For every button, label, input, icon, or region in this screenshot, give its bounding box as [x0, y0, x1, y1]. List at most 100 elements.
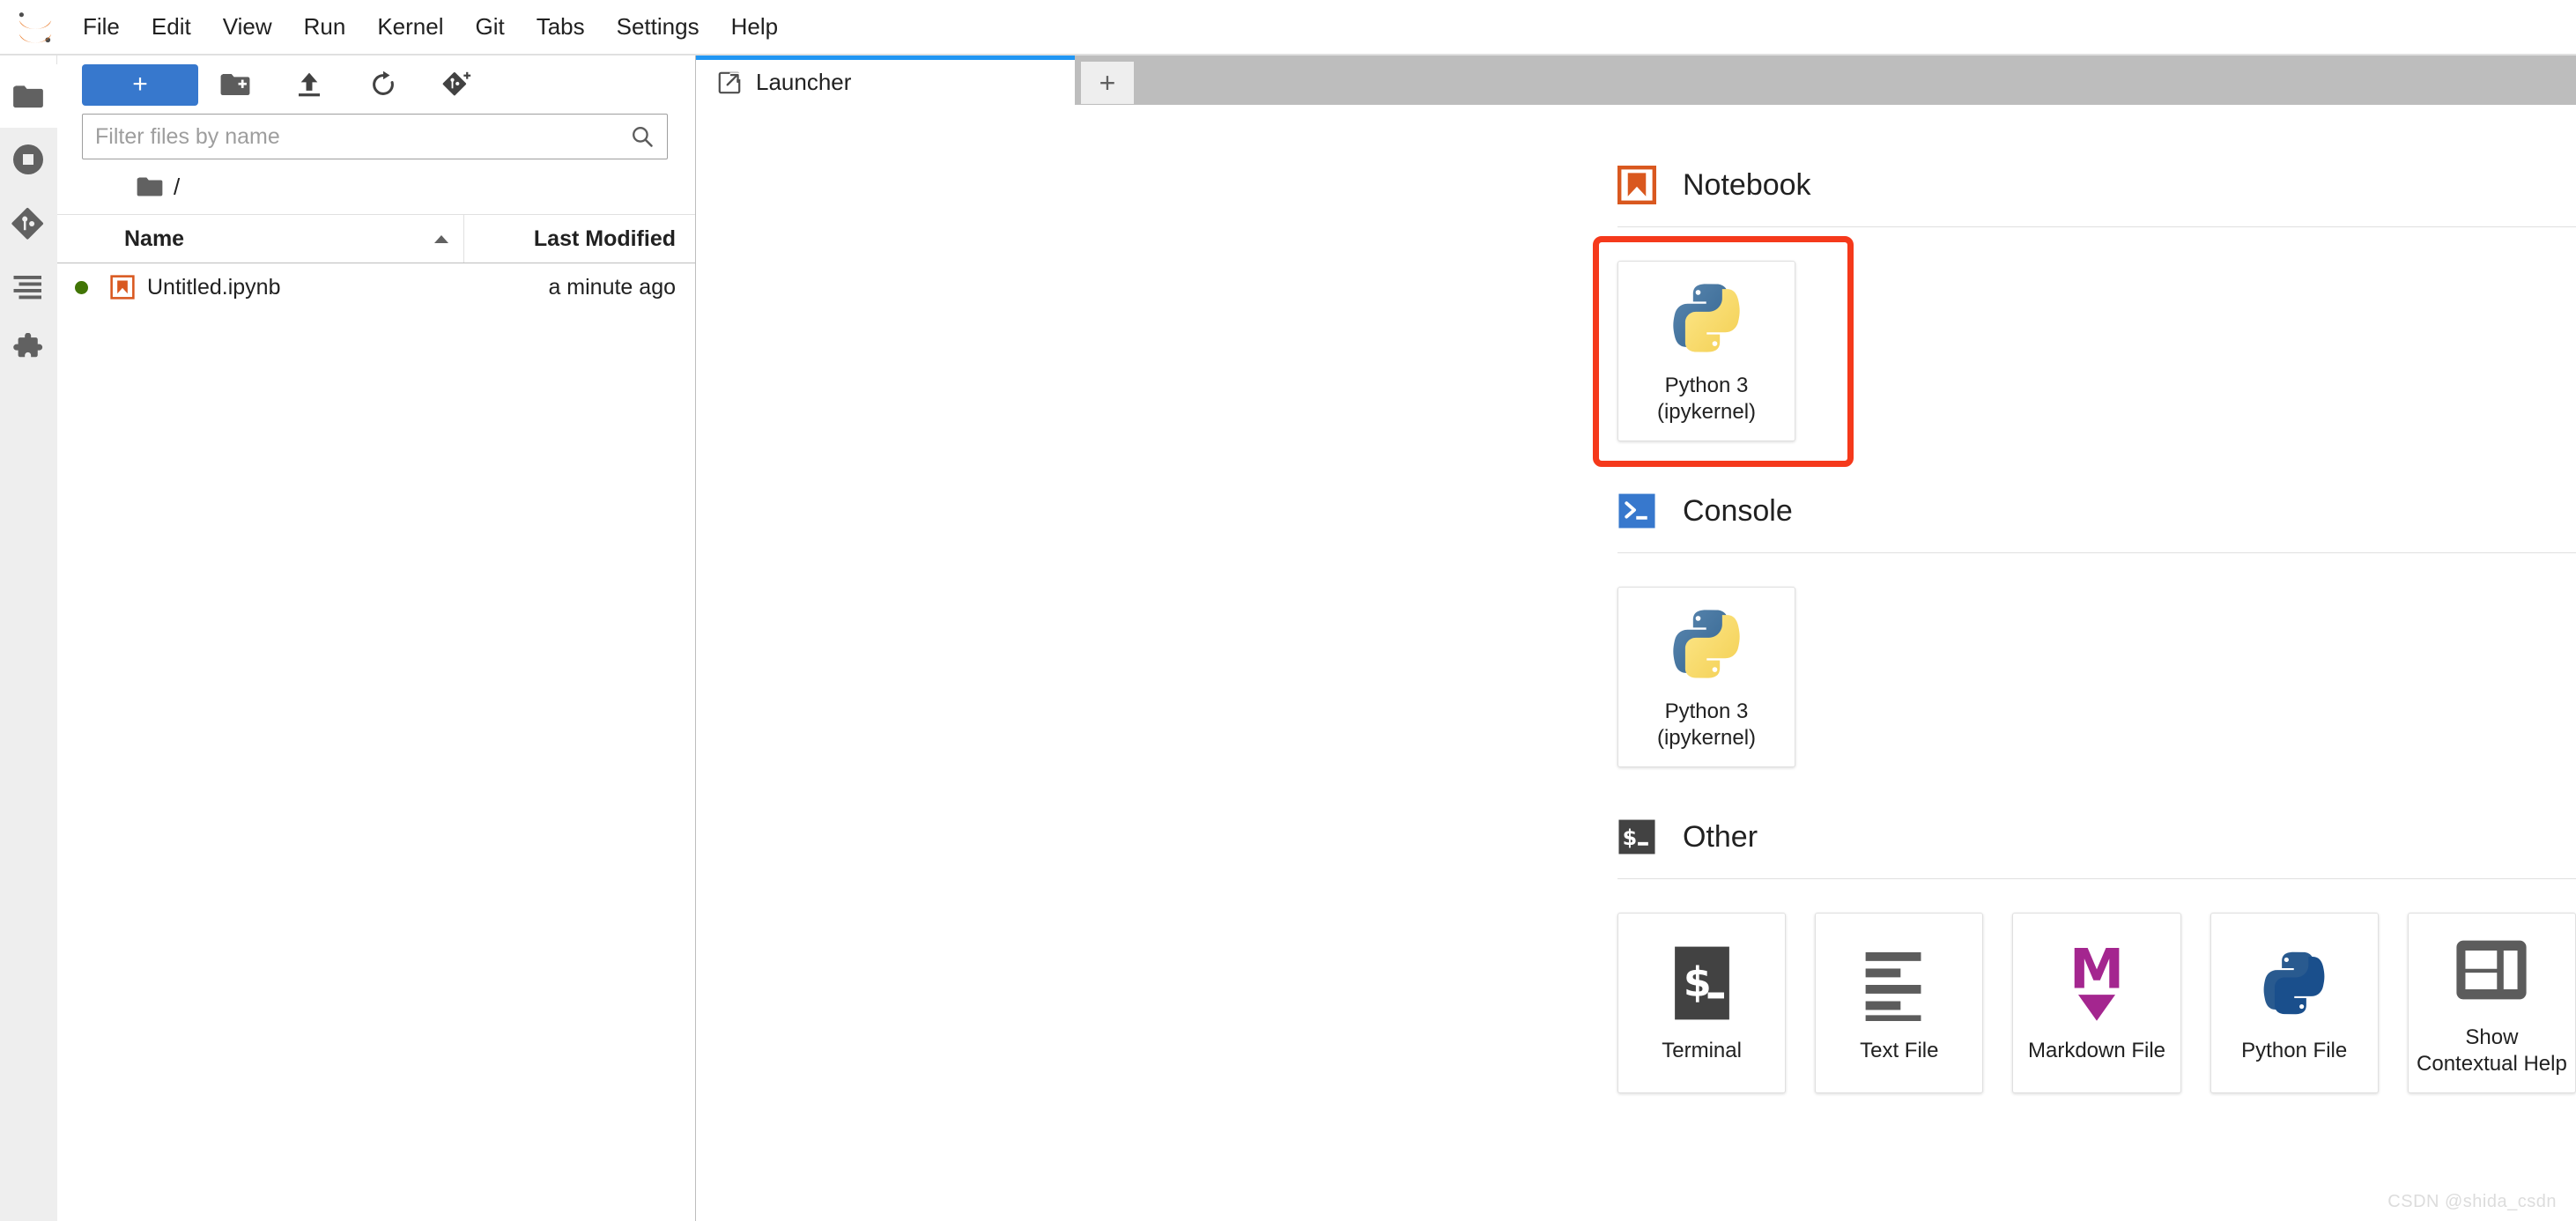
- launcher-section-console: Console Python 3 (ipykernel): [696, 482, 2576, 767]
- main-shell: + Filter files by name / Name Last Modif…: [0, 56, 2576, 1221]
- python-file-icon: [2257, 943, 2331, 1024]
- sidebar-item-extensions[interactable]: [0, 318, 57, 381]
- notebook-card-wrapper: Python 3 (ipykernel): [1593, 236, 1854, 467]
- jupyter-logo-icon: [12, 4, 58, 50]
- search-icon: [633, 127, 653, 147]
- new-folder-button[interactable]: [198, 62, 272, 107]
- launcher-card-python-file[interactable]: Python File: [2210, 913, 2379, 1093]
- sort-ascending-icon: [434, 235, 448, 243]
- breadcrumb-path: /: [174, 173, 181, 200]
- card-label-line-2: (ipykernel): [1656, 399, 1757, 424]
- breadcrumb[interactable]: /: [57, 159, 695, 214]
- python-logo-icon: [1666, 603, 1747, 684]
- text-file-icon: [1862, 943, 1937, 1024]
- launcher-card-console-python3[interactable]: Python 3 (ipykernel): [1617, 587, 1795, 767]
- python-logo-icon: [1666, 278, 1747, 359]
- menu-run[interactable]: Run: [288, 8, 362, 46]
- git-clone-icon: [442, 71, 471, 96]
- contextual-help-icon: [2453, 929, 2530, 1010]
- launcher-card-show-contextual-help[interactable]: Show Contextual Help: [2407, 913, 2576, 1093]
- launcher-card-markdown-file[interactable]: M Markdown File: [2012, 913, 2181, 1093]
- menu-tabs[interactable]: Tabs: [521, 8, 601, 46]
- card-label-line-1: Python 3: [1664, 699, 1749, 723]
- table-row[interactable]: Untitled.ipynb a minute ago: [57, 263, 695, 311]
- filter-files-box[interactable]: [82, 114, 668, 159]
- file-modified-cell: a minute ago: [548, 274, 676, 300]
- launcher-card-terminal[interactable]: $ Terminal: [1617, 913, 1787, 1093]
- sidebar-item-file-browser[interactable]: [0, 64, 57, 128]
- launcher-card-label: Markdown File: [2027, 1038, 2166, 1062]
- launcher-card-text-file[interactable]: Text File: [1815, 913, 1984, 1093]
- terminal-dollar-icon: $: [1618, 819, 1655, 855]
- file-list-header: Name Last Modified: [57, 214, 695, 263]
- upload-icon: [299, 72, 320, 97]
- launcher-icon: [718, 71, 741, 93]
- menu-view[interactable]: View: [207, 8, 288, 46]
- activity-bar: [0, 56, 57, 1221]
- markdown-icon: M: [2059, 943, 2135, 1024]
- sidebar-item-table-of-contents[interactable]: [0, 255, 57, 318]
- card-label-line-1: Show: [2465, 1025, 2519, 1049]
- dock-area: Launcher + Notebook Python 3 (ipykernel)…: [696, 56, 2576, 1221]
- upload-button[interactable]: [272, 62, 346, 107]
- new-launcher-button[interactable]: +: [82, 63, 198, 106]
- card-row-other: $ Terminal Text File M Markdown File Pyt…: [696, 879, 2576, 1093]
- section-title-console: Console: [1683, 493, 1793, 528]
- menu-kernel[interactable]: Kernel: [361, 8, 459, 46]
- kernel-running-indicator: [75, 280, 88, 294]
- file-name-cell: Untitled.ipynb: [57, 275, 464, 300]
- filter-container: [57, 114, 695, 159]
- git-icon: [11, 207, 44, 240]
- file-browser-toolbar: +: [57, 56, 695, 114]
- column-header-name[interactable]: Name: [57, 215, 464, 263]
- section-header-console: Console: [696, 482, 2576, 540]
- menu-edit[interactable]: Edit: [136, 8, 207, 46]
- notebook-bookmark-icon: [1617, 166, 1656, 204]
- folder-icon: [137, 177, 163, 196]
- card-label-line-2: Contextual Help: [2417, 1051, 2567, 1076]
- launcher-section-other: $ Other $ Terminal Text File M Markdown …: [696, 808, 2576, 1093]
- svg-text:$: $: [1623, 825, 1638, 850]
- file-browser-panel: + Filter files by name / Name Last Modif…: [57, 56, 696, 1221]
- svg-text:M: M: [2069, 943, 2124, 1001]
- tab-launcher[interactable]: Launcher: [696, 56, 1075, 105]
- tab-bar: Launcher +: [696, 56, 2576, 105]
- list-icon: [13, 276, 41, 300]
- menu-settings[interactable]: Settings: [601, 8, 715, 46]
- launcher-card-notebook-python3[interactable]: Python 3 (ipykernel): [1617, 261, 1795, 441]
- notebook-icon: [110, 275, 135, 300]
- git-clone-button[interactable]: [420, 62, 494, 107]
- section-title-other: Other: [1683, 819, 1758, 854]
- stop-circle-icon: [13, 144, 43, 174]
- column-header-last-modified[interactable]: Last Modified: [464, 226, 695, 252]
- card-row-notebook: Python 3 (ipykernel): [696, 227, 2576, 467]
- launcher-card-label: Terminal: [1662, 1038, 1742, 1062]
- launcher-section-notebook: Notebook Python 3 (ipykernel): [696, 156, 2576, 467]
- sidebar-item-git[interactable]: [0, 191, 57, 255]
- new-folder-icon: [220, 73, 250, 96]
- menu-file[interactable]: File: [67, 8, 136, 46]
- file-list: Untitled.ipynb a minute ago: [57, 263, 695, 311]
- launcher-card-label: Python File: [2241, 1038, 2348, 1062]
- card-row-console: Python 3 (ipykernel): [696, 553, 2576, 767]
- sidebar-item-running[interactable]: [0, 128, 57, 191]
- launcher-card-label: Show Contextual Help: [2411, 1025, 2572, 1077]
- search-input[interactable]: [95, 123, 630, 150]
- menu-bar: File Edit View Run Kernel Git Tabs Setti…: [0, 0, 2576, 56]
- refresh-icon: [373, 70, 394, 95]
- terminal-icon: $: [1666, 943, 1738, 1024]
- folder-icon: [13, 85, 43, 108]
- menu-git[interactable]: Git: [459, 8, 520, 46]
- launcher-panel: Notebook Python 3 (ipykernel) Console Py…: [696, 105, 2576, 1221]
- section-header-other: $ Other: [696, 808, 2576, 866]
- svg-text:$: $: [1683, 958, 1711, 1006]
- section-title-notebook: Notebook: [1683, 167, 1811, 202]
- launcher-card-label: Text File: [1860, 1038, 1939, 1062]
- refresh-button[interactable]: [346, 62, 420, 107]
- puzzle-icon: [13, 333, 43, 358]
- activity-bar-rest: [0, 128, 57, 1221]
- menu-help[interactable]: Help: [715, 8, 794, 46]
- column-header-name-label: Name: [124, 226, 185, 251]
- new-tab-button[interactable]: +: [1080, 61, 1135, 105]
- watermark: CSDN @shida_csdn: [2387, 1192, 2557, 1211]
